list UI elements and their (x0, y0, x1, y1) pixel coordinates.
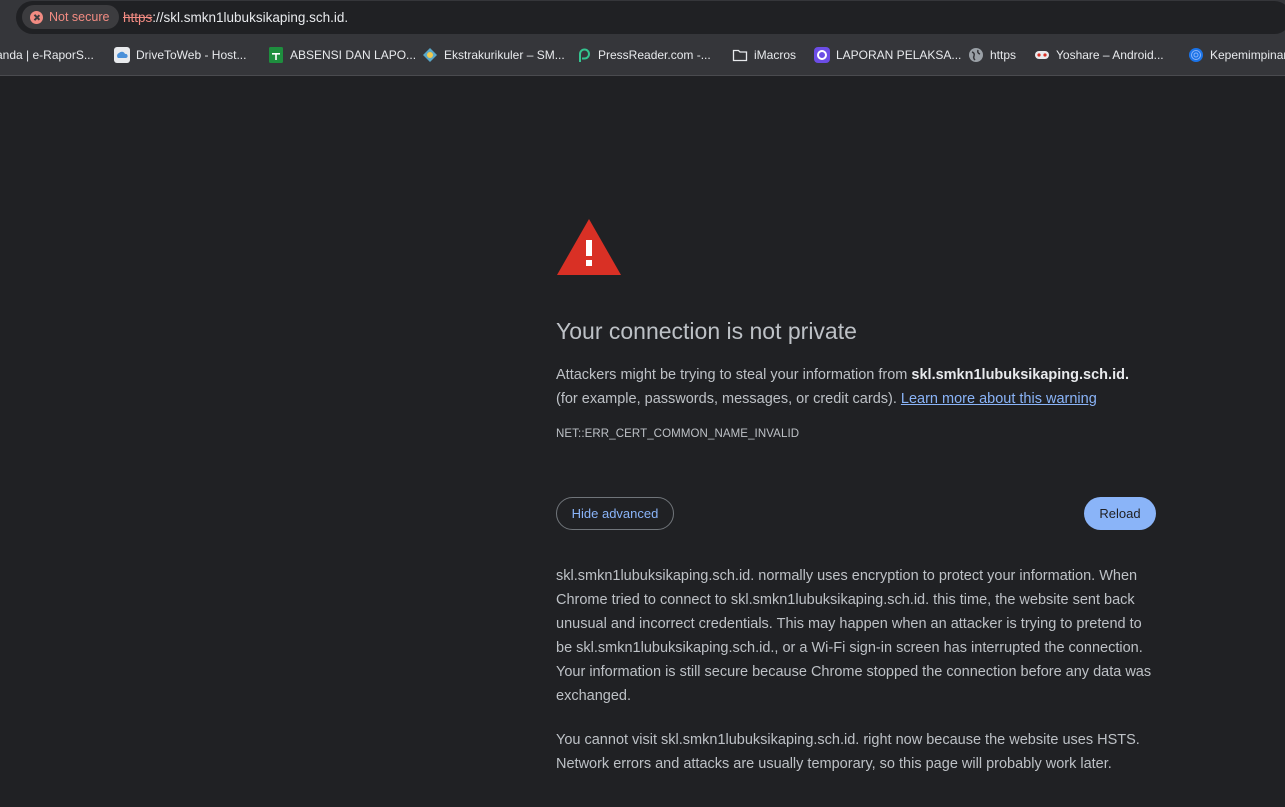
pressreader-icon (579, 48, 590, 62)
bookmark-folder[interactable]: iMacros (732, 46, 796, 64)
url-host: ://skl.smkn1lubuksikaping.sch.id. (152, 10, 349, 25)
page-title: Your connection is not private (556, 318, 857, 344)
warning-icon (557, 219, 621, 275)
security-chip[interactable]: Not secure (22, 5, 120, 29)
address-bar[interactable]: Not secure https://skl.smkn1lubuksikapin… (16, 1, 1285, 34)
bookmark-item[interactable]: Kepemimpinan (1188, 46, 1285, 64)
learn-more-link[interactable]: Learn more about this warning (901, 391, 1097, 407)
cloud-icon (114, 47, 130, 63)
bookmark-label: Ekstrakurikuler – SM... (444, 48, 565, 62)
bookmark-label: PressReader.com -... (598, 48, 711, 62)
school-logo-icon (423, 48, 437, 62)
reload-button[interactable]: Reload (1084, 497, 1156, 530)
url-text[interactable]: https://skl.smkn1lubuksikaping.sch.id. (123, 10, 348, 25)
folder-icon (732, 49, 748, 62)
warning-description: Attackers might be trying to steal your … (556, 363, 1156, 411)
globe-icon (969, 48, 983, 62)
bookmark-label: ABSENSI DAN LAPO... (290, 48, 417, 62)
bookmark-label: DriveToWeb - Host... (136, 48, 247, 62)
details-paragraph: skl.smkn1lubuksikaping.sch.id. normally … (556, 568, 1152, 704)
bookmark-item[interactable]: anda | e-RaporS... (0, 46, 94, 64)
bookmark-label: iMacros (754, 48, 797, 62)
error-code: NET::ERR_CERT_COMMON_NAME_INVALID (556, 428, 800, 440)
hsts-paragraph: You cannot visit skl.smkn1lubuksikaping.… (556, 732, 1140, 772)
description-text: Attackers might be trying to steal your … (556, 367, 912, 383)
security-label: Not secure (49, 10, 110, 24)
gamepad-icon (1035, 51, 1049, 59)
fingerprint-icon (1189, 48, 1203, 62)
bookmark-item[interactable]: Yoshare – Android... (1034, 46, 1164, 64)
bookmark-item[interactable]: PressReader.com -... (576, 46, 711, 64)
browser-toolbar: Not secure https://skl.smkn1lubuksikapin… (0, 0, 1285, 35)
url-scheme: https (123, 10, 153, 25)
bookmark-label: Kepemimpinan (1210, 48, 1285, 62)
bookmark-label: anda | e-RaporS... (0, 48, 94, 62)
bookmark-label: https (990, 48, 1017, 62)
description-text-2: (for example, passwords, messages, or cr… (556, 391, 901, 407)
sheets-icon (269, 47, 283, 63)
bookmarks-bar: anda | e-RaporS... DriveToWeb - Host... … (0, 35, 1285, 76)
bookmark-item[interactable]: ABSENSI DAN LAPO... (268, 46, 416, 64)
hide-advanced-button[interactable]: Hide advanced (556, 497, 674, 530)
bookmark-item[interactable]: Ekstrakurikuler – SM... (422, 46, 565, 64)
bookmark-label: LAPORAN PELAKSA... (836, 48, 962, 62)
not-secure-icon (30, 10, 43, 24)
bookmark-label: Yoshare – Android... (1056, 48, 1164, 62)
bookmark-item[interactable]: DriveToWeb - Host... (114, 46, 246, 64)
app-icon (814, 47, 830, 63)
host-name: skl.smkn1lubuksikaping.sch.id. (911, 367, 1129, 383)
bookmark-item[interactable]: LAPORAN PELAKSA... (814, 46, 961, 64)
bookmark-item[interactable]: https (968, 46, 1016, 64)
